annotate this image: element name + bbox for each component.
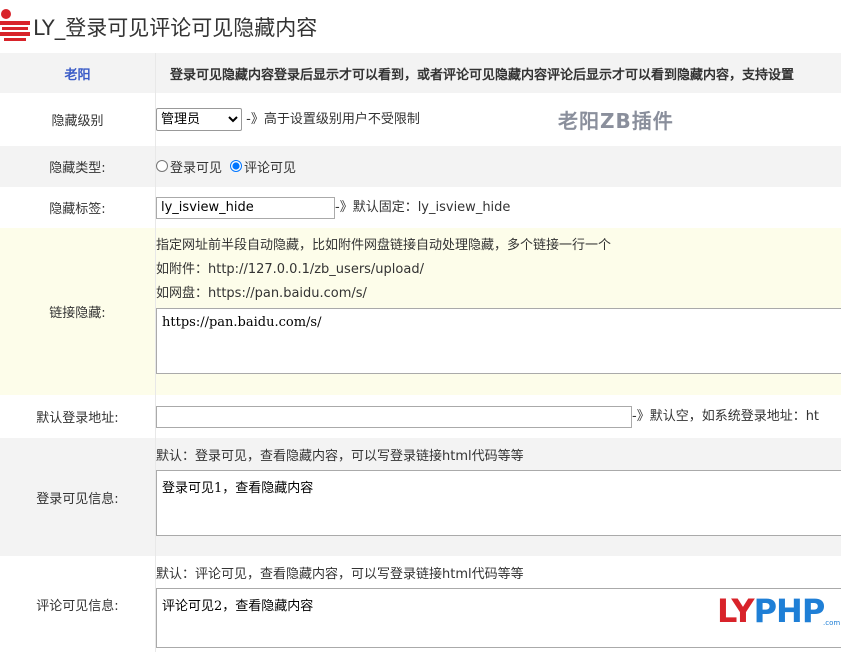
tag-note: -》默认固定：ly_isview_hide: [335, 200, 510, 215]
radio-comment-visible-input[interactable]: [230, 160, 242, 172]
plugin-logo-icon: [0, 8, 32, 42]
settings-table: 老阳 登录可见隐藏内容登录后显示才可以看到，或者评论可见隐藏内容评论后显示才可以…: [0, 53, 841, 652]
brand-logo: LYPHP: [717, 592, 824, 630]
login-url-row: 默认登录地址: -》默认空，如系统登录地址：ht: [0, 395, 841, 438]
page-title: LY_登录可见评论可见隐藏内容: [33, 12, 317, 42]
comment-info-row: 评论可见信息: 默认：评论可见，查看隐藏内容，可以写登录链接html代码等等 评…: [0, 556, 841, 652]
level-label: 隐藏级别: [0, 93, 156, 146]
tag-input[interactable]: [156, 197, 335, 219]
brand-logo-part2: PHP: [754, 592, 825, 630]
login-info-textarea[interactable]: 登录可见1，查看隐藏内容: [156, 470, 841, 536]
link-hide-example-attachment: 如附件：http://127.0.0.1/zb_users/upload/: [156, 258, 841, 282]
link-hide-desc: 指定网址前半段自动隐藏，比如附件网盘链接自动处理隐藏，多个链接一行一个: [156, 234, 841, 258]
login-url-input[interactable]: [156, 406, 632, 428]
watermark-text: 老阳ZB插件: [558, 105, 674, 134]
tag-row: 隐藏标签: -》默认固定：ly_isview_hide: [0, 187, 841, 228]
link-hide-textarea[interactable]: https://pan.baidu.com/s/: [156, 308, 841, 374]
login-url-note: -》默认空，如系统登录地址：ht: [632, 409, 819, 424]
author-name: 老阳: [0, 53, 156, 93]
tag-label: 隐藏标签:: [0, 187, 156, 228]
brand-logo-part1: LY: [717, 592, 754, 630]
level-row: 隐藏级别 管理员 -》高于设置级别用户不受限制: [0, 93, 841, 146]
plugin-description: 登录可见隐藏内容登录后显示才可以看到，或者评论可见隐藏内容评论后显示才可以看到隐…: [156, 53, 841, 93]
radio-comment-visible-label: 评论可见: [244, 157, 296, 176]
link-hide-row: 链接隐藏: 指定网址前半段自动隐藏，比如附件网盘链接自动处理隐藏，多个链接一行一…: [0, 228, 841, 395]
radio-login-visible[interactable]: 登录可见: [156, 157, 222, 176]
level-select[interactable]: 管理员: [156, 108, 242, 131]
radio-comment-visible[interactable]: 评论可见: [230, 157, 296, 176]
login-info-desc: 默认：登录可见，查看隐藏内容，可以写登录链接html代码等等: [156, 444, 841, 470]
comment-info-desc: 默认：评论可见，查看隐藏内容，可以写登录链接html代码等等: [156, 562, 841, 588]
type-row: 隐藏类型: 登录可见 评论可见: [0, 146, 841, 187]
type-label: 隐藏类型:: [0, 146, 156, 187]
link-hide-label: 链接隐藏:: [0, 228, 156, 395]
link-hide-example-netdisk: 如网盘：https://pan.baidu.com/s/: [156, 282, 841, 306]
login-info-row: 登录可见信息: 默认：登录可见，查看隐藏内容，可以写登录链接html代码等等 登…: [0, 438, 841, 556]
header-row: 老阳 登录可见隐藏内容登录后显示才可以看到，或者评论可见隐藏内容评论后显示才可以…: [0, 53, 841, 93]
login-url-label: 默认登录地址:: [0, 395, 156, 438]
login-info-label: 登录可见信息:: [0, 438, 156, 556]
level-note: -》高于设置级别用户不受限制: [246, 112, 420, 127]
brand-logo-suffix: .com: [823, 619, 840, 627]
radio-login-visible-input[interactable]: [156, 160, 168, 172]
comment-info-label: 评论可见信息:: [0, 556, 156, 652]
radio-login-visible-label: 登录可见: [170, 157, 222, 176]
title-bar: LY_登录可见评论可见隐藏内容: [0, 0, 841, 52]
